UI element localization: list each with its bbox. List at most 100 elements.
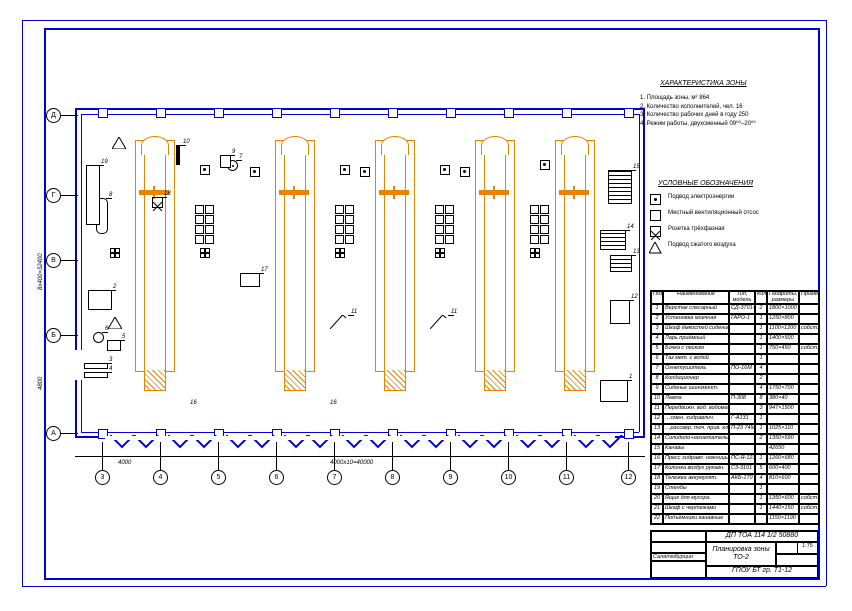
parts-cell: 14 xyxy=(651,434,663,444)
parts-cell xyxy=(729,514,755,524)
equipment-6 xyxy=(93,332,104,343)
column-pin xyxy=(98,108,108,118)
column-pin xyxy=(446,108,456,118)
small-block xyxy=(345,205,354,214)
column-pin xyxy=(330,108,340,118)
parts-cell: Солидоло-нагнетатель xyxy=(663,434,729,444)
parts-cell: 810×600 xyxy=(767,474,799,484)
parts-cell: 1750×700 xyxy=(767,384,799,394)
parts-cell: 1800×1000 xyxy=(767,304,799,314)
power-symbol xyxy=(340,165,350,175)
equipment-1 xyxy=(600,380,628,402)
parts-cell: 600×400 xyxy=(767,464,799,474)
parts-cell: 2 xyxy=(755,304,767,314)
small-block xyxy=(195,205,204,214)
small-block xyxy=(540,205,549,214)
pit-steps xyxy=(564,370,586,391)
parts-cell: Таз мет. с водой xyxy=(663,354,729,364)
parts-cell xyxy=(799,354,819,364)
parts-cell xyxy=(729,494,755,504)
dimension-text: 4000x10=40000 xyxy=(330,460,373,467)
legend-symbol xyxy=(649,241,662,259)
tb-cell-c xyxy=(651,561,706,578)
frame-inner-bottom xyxy=(44,578,818,580)
characteristics-item-1: 1. Площадь зоны, м² 864 xyxy=(640,95,756,102)
column-pin xyxy=(504,108,514,118)
parts-cell xyxy=(767,374,799,384)
parts-cell: …рассвер. точ. прив. клапн. xyxy=(663,424,729,434)
dimension-text: 4800 xyxy=(38,377,45,390)
parts-header: Тип, модель xyxy=(729,291,755,304)
parts-cell: Лампа xyxy=(663,394,729,404)
parts-cell: 12 xyxy=(651,414,663,424)
parts-cell: Колонка воздух рукавн. xyxy=(663,464,729,474)
parts-cell: 1 xyxy=(755,354,767,364)
parts-cell: АКБ-170 xyxy=(729,474,755,484)
parts-cell xyxy=(729,504,755,514)
parts-cell xyxy=(799,414,819,424)
small-block xyxy=(540,235,549,244)
power-symbol xyxy=(440,165,450,175)
parts-cell: 1100×1200 xyxy=(767,324,799,334)
parts-cell: 750×450 xyxy=(767,344,799,354)
small-block xyxy=(435,225,444,234)
parts-cell: Г-А131 xyxy=(729,414,755,424)
parts-cell: Шкаф ёмкостей сидениевых xyxy=(663,324,729,334)
parts-cell: СД-3701-04 xyxy=(729,304,755,314)
parts-cell: 1 xyxy=(755,314,767,324)
parts-cell: 1 xyxy=(755,424,767,434)
parts-cell: 8 xyxy=(651,374,663,384)
parts-cell: 1 xyxy=(755,454,767,464)
equipment-11 xyxy=(330,315,348,329)
parts-cell: 7 xyxy=(651,364,663,374)
parts-cell: 20 xyxy=(651,494,663,504)
parts-cell: 2 xyxy=(651,314,663,324)
power-symbol xyxy=(460,167,470,177)
grid-row-bubble: А xyxy=(46,426,61,441)
parts-cell: Пресс гидравл. ножницы xyxy=(663,454,729,464)
equipment-10 xyxy=(176,145,180,165)
parts-cell: 2 xyxy=(755,434,767,444)
parts-cell xyxy=(799,434,819,444)
legend-label: Местный вентиляционный отсос xyxy=(668,210,788,217)
tb-scale: 1:75 xyxy=(797,542,818,554)
parts-cell: 1025×110 xyxy=(767,424,799,434)
parts-cell xyxy=(799,454,819,464)
legend-symbol xyxy=(650,194,661,205)
parts-cell: 21 xyxy=(651,504,663,514)
pit xyxy=(384,154,406,372)
parts-cell xyxy=(799,314,819,324)
small-block xyxy=(195,235,204,244)
column-pin xyxy=(272,108,282,118)
legend-label: Розетка трёхфазная xyxy=(668,226,788,233)
parts-cell: Верстак слесарный xyxy=(663,304,729,314)
small-block xyxy=(335,205,344,214)
parts-cell: 18 xyxy=(651,474,663,484)
parts-header: Габариты, размеры xyxy=(767,291,799,304)
parts-cell xyxy=(799,474,819,484)
small-block xyxy=(205,225,214,234)
parts-cell xyxy=(799,304,819,314)
parts-cell: собст. изг. xyxy=(799,324,819,334)
small-block xyxy=(345,235,354,244)
grid-col-bubble: 11 xyxy=(559,470,574,485)
parts-cell xyxy=(767,484,799,494)
parts-cell: 15 xyxy=(651,444,663,454)
parts-cell: Ящик для мусора xyxy=(663,494,729,504)
parts-cell: 1 xyxy=(755,414,767,424)
frame-inner-top xyxy=(44,28,818,30)
characteristics-heading: ХАРАКТЕРИСТИКА ЗОНЫ xyxy=(660,80,776,87)
parts-cell: ПС-Я-123 xyxy=(729,454,755,464)
parts-cell: Установка моечная xyxy=(663,314,729,324)
parts-cell xyxy=(729,344,755,354)
pit xyxy=(484,154,506,372)
grid-row-bubble: Б xyxy=(46,328,61,343)
parts-cell xyxy=(767,354,799,364)
small-block xyxy=(205,205,214,214)
parts-cell: Передвижн. вод. водомаслоз. xyxy=(663,404,729,414)
equipment-9 xyxy=(220,155,231,168)
parts-cell: Канавы xyxy=(663,444,729,454)
equipment-5 xyxy=(107,340,121,351)
tb-org: ГПОУ БТ гр. Т1-12 xyxy=(706,566,818,578)
power-symbol xyxy=(200,165,210,175)
